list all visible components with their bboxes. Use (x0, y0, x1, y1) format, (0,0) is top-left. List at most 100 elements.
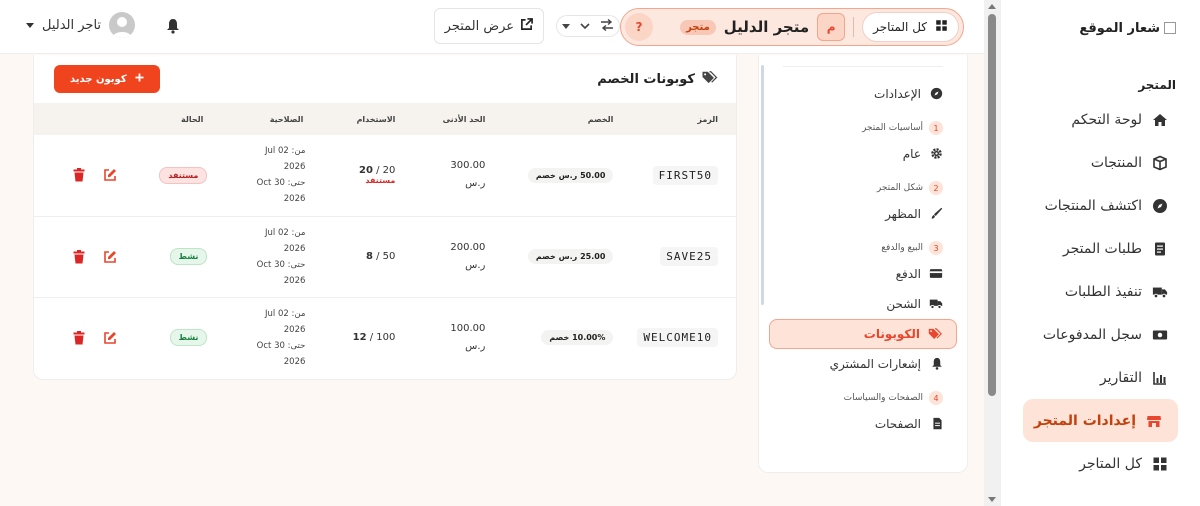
status-badge: نشط (169, 248, 208, 265)
scroll-down-arrow[interactable] (988, 497, 996, 502)
sidebar-item-products[interactable]: المنتجات (1023, 141, 1192, 184)
coupon-usage-used: 12 (352, 332, 367, 344)
swap-icon (600, 18, 614, 34)
new-coupon-label: كوبون جديد (70, 73, 127, 85)
sidebar-item-store-settings[interactable]: إعدادات المتجر (1023, 399, 1178, 442)
broken-image-icon (1164, 22, 1176, 34)
divider (783, 55, 943, 67)
settings-nav-scrollbar[interactable] (761, 65, 764, 305)
step-number: 4 (929, 391, 943, 405)
store-switch-dropdown[interactable] (556, 15, 620, 37)
home-icon (1152, 112, 1168, 128)
caret-down-icon (26, 22, 34, 28)
settings-nav-item-shipping[interactable]: الشحن (769, 289, 957, 319)
coupon-valid-to-year: 2026 (283, 275, 306, 286)
sidebar-item-fulfillment[interactable]: تنفيذ الطلبات (1023, 270, 1192, 313)
scroll-up-arrow[interactable] (988, 4, 996, 9)
coupon-valid-from: من: 02 Jul (265, 227, 306, 238)
settings-nav-item-pages[interactable]: الصفحات (769, 409, 957, 439)
sidebar-item-label: تنفيذ الطلبات (1064, 283, 1142, 300)
settings-nav-item-settings[interactable]: الإعدادات (769, 79, 957, 109)
chart-icon (1152, 370, 1168, 386)
settings-group-label: الصفحات والسياسات (843, 393, 923, 403)
coupon-valid-to: حتى: 30 Oct (256, 340, 306, 351)
notifications-bell-icon[interactable] (164, 18, 180, 34)
col-min: الحد الأدنى (442, 114, 486, 124)
chevron-down-icon (580, 20, 590, 33)
coupon-usage-used: 8 (365, 251, 373, 262)
truck-icon (1152, 284, 1168, 300)
status-badge: نشط (169, 329, 208, 347)
sidebar-item-payments-log[interactable]: سجل المدفوعات (1023, 313, 1192, 356)
sidebar-item-discover[interactable]: اكتشف المنتجات (1023, 184, 1192, 227)
col-usage: الاستخدام (356, 114, 396, 124)
edit-icon[interactable] (103, 250, 117, 264)
status-badge: مستنفد (159, 166, 208, 184)
col-validity: الصلاحية (269, 114, 304, 124)
page-scrollbar[interactable] (984, 0, 1000, 506)
store-switcher[interactable]: كل المتاجر م متجر الدليل متجر ? (620, 8, 964, 46)
grid-icon (1152, 456, 1168, 472)
coupon-valid-to-year: 2026 (283, 194, 306, 205)
coupon-min-currency: ر.س (465, 340, 486, 352)
settings-group-sales: 3 البيع والدفع (769, 237, 957, 259)
settings-nav-item-appearance[interactable]: المظهر (769, 199, 957, 229)
sidebar-item-label: التقارير (1099, 369, 1142, 386)
trash-icon[interactable] (71, 330, 85, 345)
coupon-valid-to-year: 2026 (283, 356, 306, 367)
settings-group-look: 2 شكل المتجر (769, 177, 957, 199)
step-number: 2 (929, 181, 943, 195)
sidebar-item-label: كل المتاجر (1079, 455, 1142, 472)
coupon-usage-note: مستنفد (365, 176, 396, 186)
coupon-usage-limit: 20 / (372, 165, 396, 177)
site-logo[interactable]: شعار الموقع (1001, 0, 1200, 56)
gear-icon (929, 147, 943, 161)
settings-group-pages: 4 الصفحات والسياسات (769, 387, 957, 409)
user-menu[interactable]: تاجر الدليل (26, 12, 136, 38)
edit-icon[interactable] (103, 331, 117, 345)
coupon-valid-from-year: 2026 (283, 162, 306, 173)
coupon-usage-limit: 50 / (372, 251, 396, 262)
col-code: الرمز (697, 114, 718, 124)
sidebar-item-reports[interactable]: التقارير (1023, 356, 1192, 399)
coupon-valid-from-year: 2026 (283, 324, 306, 335)
coupon-code: SAVE25 (660, 247, 718, 266)
sidebar-item-orders[interactable]: طلبات المتجر (1023, 227, 1192, 270)
sidebar-item-dashboard[interactable]: لوحة التحكم (1023, 98, 1192, 141)
settings-nav-label: المظهر (885, 207, 921, 221)
compass-icon (1152, 198, 1168, 214)
coupon-min-amount: 200.00 (450, 241, 486, 253)
coupon-min-currency: ر.س (465, 178, 486, 190)
settings-group-label: أساسيات المتجر (861, 123, 923, 133)
sidebar-item-all-stores[interactable]: كل المتاجر (1023, 442, 1192, 485)
main-sidebar: شعار الموقع المتجر لوحة التحكم المنتجات … (1000, 0, 1200, 506)
coupon-valid-from: من: 02 Jul (265, 146, 306, 157)
trash-icon[interactable] (71, 249, 85, 264)
all-stores-button[interactable]: كل المتاجر (862, 12, 959, 42)
settings-nav-item-payment[interactable]: الدفع (769, 259, 957, 289)
store-icon (1146, 413, 1162, 429)
coupon-code: WELCOME10 (637, 328, 718, 348)
bell-icon (929, 357, 943, 371)
edit-icon[interactable] (103, 168, 117, 182)
divider (853, 17, 855, 37)
coupon-discount: 10.00% خصم (541, 330, 614, 346)
settings-nav-item-coupons[interactable]: الكوبونات (769, 319, 957, 349)
settings-nav-item-buyer-notifications[interactable]: إشعارات المشتري (769, 349, 957, 379)
all-stores-label: كل المتاجر (873, 20, 927, 34)
col-status: الحالة (181, 114, 204, 124)
sidebar-item-label: المنتجات (1090, 154, 1142, 171)
view-store-button[interactable]: عرض المتجر (433, 8, 544, 44)
new-coupon-button[interactable]: كوبون جديد (54, 65, 160, 93)
scrollbar-thumb[interactable] (988, 14, 996, 396)
coupon-valid-from: من: 02 Jul (265, 308, 306, 319)
coupons-card: كوبونات الخصم كوبون جديد الرمز الخصم الح… (33, 55, 737, 380)
coupon-min-amount: 100.00 (450, 322, 486, 334)
coupons-table: الرمز الخصم الحد الأدنى الاستخدام الصلاح… (34, 103, 736, 378)
trash-icon[interactable] (71, 168, 85, 182)
coupons-title: كوبونات الخصم (597, 70, 718, 88)
settings-nav-item-general[interactable]: عام (769, 139, 957, 169)
sidebar-item-label: إعدادات المتجر (1033, 412, 1136, 429)
help-button[interactable]: ? (625, 13, 653, 41)
sidebar-item-label: اكتشف المنتجات (1044, 197, 1142, 214)
